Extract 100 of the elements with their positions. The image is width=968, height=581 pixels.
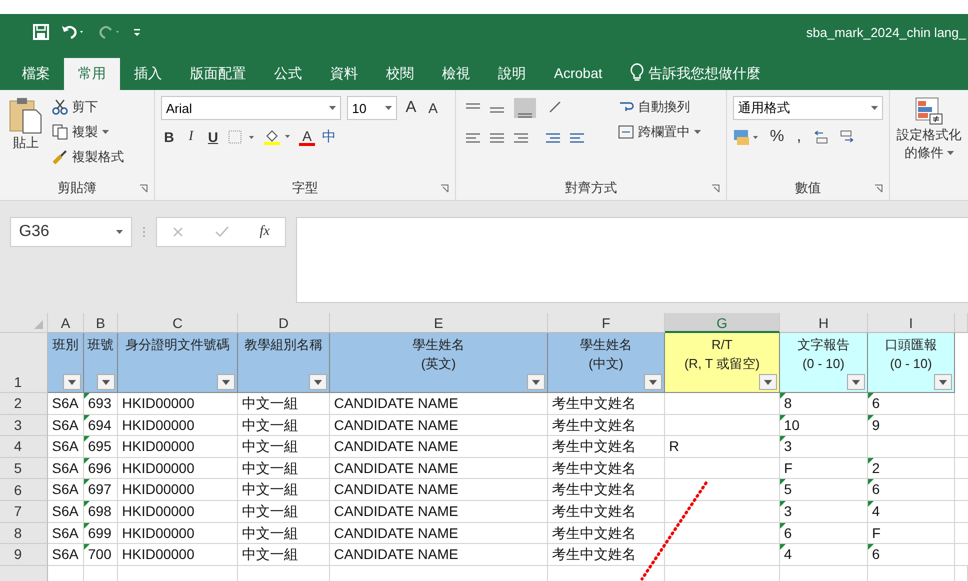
more-options-icon — [142, 225, 146, 239]
tell-me-search[interactable]: 告訴我您想做什麼 — [648, 58, 760, 90]
table-cell: 6 — [868, 393, 955, 415]
filter-dropdown-button[interactable] — [527, 374, 545, 390]
row-number[interactable]: 4 — [0, 436, 48, 458]
ribbon-tab[interactable]: 版面配置 — [176, 58, 260, 90]
row-number[interactable]: 2 — [0, 393, 48, 415]
paintbrush-icon — [52, 149, 68, 165]
wrap-text-button[interactable]: 自動換列 — [618, 96, 701, 118]
table-cell: HKID00000 — [118, 479, 238, 501]
row-number[interactable]: 3 — [0, 414, 48, 436]
table-cell: CANDIDATE NAME — [330, 500, 548, 523]
dropdown-arrow-icon — [385, 106, 392, 110]
table-cell: 中文一組 — [238, 393, 330, 415]
column-header[interactable]: A — [48, 313, 84, 333]
table-cell: HKID00000 — [118, 393, 238, 415]
row-number[interactable]: 5 — [0, 458, 48, 480]
table-cell: S6A — [48, 414, 84, 436]
dialog-launcher-icon[interactable] — [440, 184, 449, 193]
row-number[interactable]: 1 — [0, 333, 48, 393]
column-header[interactable]: I — [868, 313, 955, 333]
filter-dropdown-button[interactable] — [97, 374, 115, 390]
phonetic-button[interactable]: 中 — [321, 128, 337, 146]
italic-button[interactable]: I — [183, 129, 199, 145]
filter-dropdown-button[interactable] — [644, 374, 662, 390]
ribbon-tab[interactable]: 說明 — [484, 58, 540, 90]
group-label: 數值 — [795, 179, 821, 197]
cut-button[interactable]: 剪下 — [52, 96, 124, 118]
insert-function-button[interactable]: fx — [260, 224, 270, 240]
dropdown-arrow-icon — [222, 380, 230, 384]
ribbon-tab[interactable]: 公式 — [260, 58, 316, 90]
table-cell: S6A — [48, 436, 84, 458]
column-header[interactable]: E — [330, 313, 548, 333]
column-header[interactable]: C — [118, 313, 238, 333]
table-cell: 8 — [780, 393, 868, 415]
name-box[interactable]: G36 — [10, 217, 132, 247]
merge-center-button[interactable]: 跨欄置中 — [618, 121, 701, 143]
table-cell: 考生中文姓名 — [548, 522, 665, 544]
grow-font-button[interactable]: A — [403, 99, 419, 117]
row-number[interactable]: 9 — [0, 544, 48, 566]
filter-dropdown-button[interactable] — [847, 374, 865, 390]
bold-button[interactable]: B — [161, 129, 177, 145]
merge-cells-icon — [618, 124, 634, 140]
row-number[interactable]: 8 — [0, 522, 48, 544]
filter-dropdown-button[interactable] — [217, 374, 235, 390]
font-size-field[interactable]: 10 — [347, 96, 397, 120]
column-header[interactable]: H — [780, 313, 868, 333]
table-cell: 中文一組 — [238, 414, 330, 436]
checkmark-icon[interactable] — [214, 226, 229, 238]
dialog-launcher-icon[interactable] — [711, 184, 720, 193]
font-name-field[interactable]: Arial — [161, 96, 341, 120]
filter-dropdown-button[interactable] — [309, 374, 327, 390]
format-painter-button[interactable]: 複製格式 — [52, 146, 124, 168]
dropdown-arrow-icon — [68, 380, 76, 384]
ribbon-tab[interactable]: Acrobat — [540, 58, 616, 90]
number-format-field[interactable]: 通用格式 — [733, 96, 883, 120]
border-icon[interactable] — [227, 129, 257, 145]
conditional-formatting-button[interactable]: 設定格式化 的條件 — [896, 96, 962, 162]
comma-button[interactable]: , — [791, 128, 807, 146]
ribbon-tab[interactable]: 插入 — [120, 58, 176, 90]
column-header[interactable]: G — [665, 313, 780, 333]
dropdown-arrow-icon — [329, 106, 336, 110]
dropdown-arrow-icon — [764, 380, 772, 384]
table-cell: 6 — [868, 544, 955, 566]
dialog-launcher-icon[interactable] — [874, 184, 883, 193]
filter-dropdown-button[interactable] — [63, 374, 81, 390]
filter-dropdown-button[interactable] — [934, 374, 952, 390]
shrink-font-button[interactable]: A — [425, 100, 441, 116]
underline-button[interactable]: U — [205, 129, 221, 145]
table-cell: S6A — [48, 458, 84, 480]
row-number[interactable]: 7 — [0, 500, 48, 523]
save-icon[interactable] — [32, 23, 50, 41]
column-header[interactable]: D — [238, 313, 330, 333]
window-title: sba_mark_2024_chin lang_ — [806, 24, 966, 40]
percent-button[interactable]: % — [769, 128, 785, 146]
dropdown-arrow-icon — [649, 380, 657, 384]
copy-button[interactable]: 複製 — [52, 121, 124, 143]
filter-dropdown-button[interactable] — [759, 374, 777, 390]
ribbon-tab[interactable]: 常用 — [64, 58, 120, 90]
ribbon-tab[interactable]: 校閱 — [372, 58, 428, 90]
ribbon-tab[interactable]: 資料 — [316, 58, 372, 90]
table-cell: HKID00000 — [118, 436, 238, 458]
table-cell: CANDIDATE NAME — [330, 458, 548, 480]
ribbon-tab[interactable]: 檢視 — [428, 58, 484, 90]
table-cell: S6A — [48, 522, 84, 544]
header-cell: 教學組別名稱 — [238, 333, 330, 393]
table-cell: CANDIDATE NAME — [330, 479, 548, 501]
font-color-button[interactable]: A — [299, 128, 315, 146]
column-header[interactable]: B — [84, 313, 118, 333]
fill-color-icon[interactable] — [263, 128, 293, 146]
table-cell: 4 — [868, 500, 955, 523]
corner-triangle-icon — [34, 320, 43, 329]
dialog-launcher-icon[interactable] — [139, 184, 148, 193]
undo-icon[interactable] — [60, 24, 86, 40]
header-cell: 班號 — [84, 333, 118, 393]
paste-button[interactable]: 貼上 — [6, 96, 46, 176]
row-number[interactable]: 6 — [0, 479, 48, 501]
column-header[interactable]: F — [548, 313, 665, 333]
table-cell: 考生中文姓名 — [548, 458, 665, 480]
ribbon-tab[interactable]: 檔案 — [8, 58, 64, 90]
